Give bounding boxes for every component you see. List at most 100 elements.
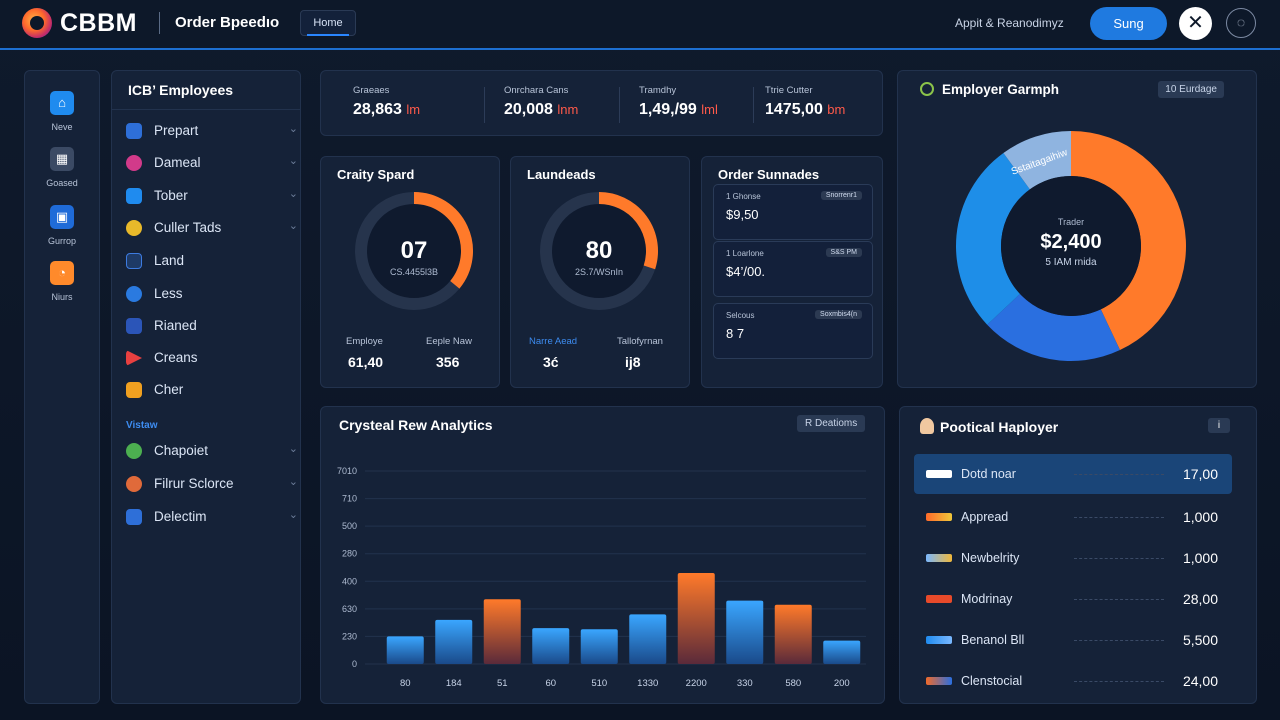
row-leader (1074, 681, 1164, 682)
bar-chart: 0 230 630 400 280 500 710 7010 80 184 51 60 510 1330 2… (337, 466, 866, 689)
tab-home[interactable]: Home (300, 10, 356, 36)
chevron-down-icon[interactable]: ⌄ (289, 122, 298, 135)
stat-label: Graeaes (353, 85, 390, 96)
y-tick-label: 500 (342, 521, 357, 531)
list-item[interactable]: Land (126, 251, 298, 271)
rail-item-goased[interactable]: ▦ Goased (25, 147, 99, 188)
popular-row[interactable]: Appread 1,000 (914, 497, 1232, 537)
donut-center-value: $2,400 (1040, 231, 1102, 253)
rail-item-neve[interactable]: ⌂ Neve (25, 91, 99, 132)
chevron-down-icon[interactable]: ⌄ (289, 508, 298, 521)
item-icon (126, 253, 142, 269)
list-item[interactable]: Dameal ⌄ (126, 153, 298, 173)
sign-button[interactable]: Sung (1090, 7, 1167, 40)
icon-rail: ⌂ Neve ▦ Goased ▣ Gurrop ◔ Niurs (24, 70, 100, 704)
y-tick-label: 7010 (337, 466, 357, 476)
stat-unit: lml (701, 102, 718, 117)
chevron-down-icon[interactable]: ⌄ (289, 154, 298, 167)
popular-row[interactable]: Newbelrity 1,000 (914, 538, 1232, 578)
row-label: Dotd noar (961, 467, 1016, 481)
chevron-down-icon[interactable]: ⌄ (289, 219, 298, 232)
row-value: 1,000 (1182, 509, 1218, 525)
list-item[interactable]: Creans (126, 348, 298, 368)
stat-card: Tramdhy 1,49,/99 lml (639, 85, 718, 119)
y-tick-label: 280 (342, 549, 357, 559)
stat-card: Onrchara Cans 20,008 lnm (504, 85, 578, 119)
stat-value: 1,49,/99 (639, 101, 697, 118)
gauge-foot-value: 356 (436, 354, 460, 370)
rail-item-label: Gurrop (47, 236, 76, 246)
x-tick-label: 80 (400, 678, 411, 689)
stat-card: Graeaes 28,863 lm (353, 85, 420, 119)
brand-logo-icon[interactable] (22, 8, 52, 38)
gauge-card-leads: Laundeads 80 2S.7/WSnIn Narre Aead 3ć Ta… (510, 156, 690, 388)
order-row[interactable]: 1 Loarlone $4’/00. S&S PM (713, 241, 873, 297)
order-value: $9,50 (726, 207, 759, 222)
chevron-down-icon[interactable]: ⌄ (289, 475, 298, 488)
legend-swatch (926, 554, 952, 562)
popular-row[interactable]: Clenstocial 24,00 (914, 661, 1232, 701)
stat-value: 1475,00 (765, 101, 823, 118)
rail-item-niurs[interactable]: ◔ Niurs (25, 261, 99, 302)
bar-5[interactable] (629, 614, 667, 664)
brand-name[interactable]: CBBM (60, 9, 137, 38)
gauge-value: 80 (585, 237, 613, 264)
stat-label: Tramdhy (639, 85, 677, 96)
divider (753, 87, 754, 123)
rail-item-gurrop[interactable]: ▣ Gurrop (25, 205, 99, 246)
legend-swatch (926, 636, 952, 644)
list-item[interactable]: Less (126, 284, 298, 304)
gauge-foot-label: Employe (346, 336, 383, 347)
order-badge: S&S PM (825, 248, 862, 257)
popular-row[interactable]: Dotd noar 17,00 (914, 454, 1232, 494)
list-item[interactable]: Filrur Sclorce ⌄ (126, 474, 298, 494)
item-icon (126, 155, 142, 171)
stat-unit: bm (827, 102, 846, 117)
order-value: $4’/00. (726, 264, 766, 279)
close-icon[interactable]: ✕ (1179, 7, 1212, 40)
bar-6[interactable] (677, 573, 715, 664)
bar-4[interactable] (580, 629, 618, 664)
popular-row[interactable]: Benanol Bll 5,500 (914, 620, 1232, 660)
brand-divider (159, 12, 160, 34)
order-row[interactable]: Selcous 8 7 Soxmbis4(n (713, 303, 873, 359)
list-item[interactable]: Chapoiet ⌄ (126, 441, 298, 461)
bar-1[interactable] (435, 619, 473, 664)
popular-row[interactable]: Modrinay 28,00 (914, 579, 1232, 619)
x-tick-label: 2200 (686, 678, 707, 689)
bell-icon[interactable]: ◌ (1226, 8, 1256, 38)
chevron-down-icon[interactable]: ⌄ (289, 187, 298, 200)
top-bar: CBBM Order Bpeedıo Home Appit & Reanodim… (0, 0, 1280, 50)
employees-panel: ICB’ Employees Prepart ⌄ Dameal ⌄ Tober … (111, 70, 301, 704)
item-icon (126, 509, 142, 525)
gauge-foot-value: ĳ8 (625, 354, 641, 370)
row-label: Clenstocial (961, 674, 1023, 688)
x-tick-label: 51 (497, 678, 508, 689)
bar-8[interactable] (774, 604, 812, 664)
stat-value-row: 1475,00 bm (765, 101, 845, 119)
bar-2[interactable] (483, 599, 521, 664)
item-icon (126, 220, 142, 236)
bar-9[interactable] (823, 640, 861, 664)
list-item[interactable]: Culler Tads ⌄ (126, 218, 298, 238)
gauge-foot-value: 61,40 (348, 354, 384, 370)
chevron-down-icon[interactable]: ⌄ (289, 442, 298, 455)
x-tick-label: 200 (834, 678, 850, 689)
list-item[interactable]: Prepart ⌄ (126, 121, 298, 141)
order-row[interactable]: 1 Ghonse $9,50 Snorrenr1 (713, 184, 873, 240)
list-item[interactable]: Delectim ⌄ (126, 507, 298, 527)
stat-label: Onrchara Cans (504, 85, 569, 96)
bar-3[interactable] (532, 628, 570, 664)
list-item[interactable]: Cher (126, 380, 298, 400)
list-item[interactable]: Tober ⌄ (126, 186, 298, 206)
info-icon[interactable]: i (1208, 418, 1230, 433)
list-item[interactable]: Rianed (126, 316, 298, 336)
list-item-label: Filrur Sclorce (154, 476, 234, 491)
order-label: Selcous (726, 311, 755, 320)
stat-label: Ttrie Cutter (765, 85, 813, 96)
bar-7[interactable] (726, 600, 764, 664)
bar-0[interactable] (386, 636, 424, 664)
donut-center-label: Trader (1057, 217, 1085, 227)
row-leader (1074, 599, 1164, 600)
rail-item-label: Neve (51, 122, 73, 132)
